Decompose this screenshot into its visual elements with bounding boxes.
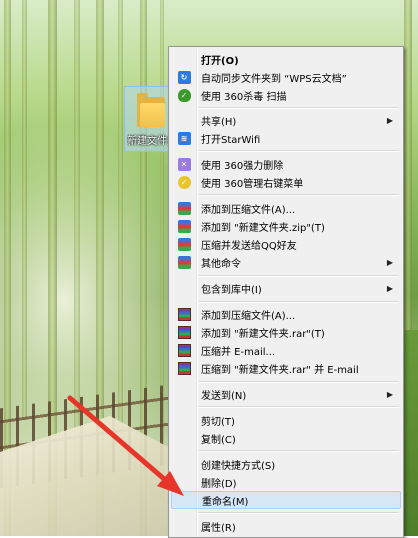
menu-item-label: 删除(D) [201,478,237,490]
menu-item-label: 剪切(T) [201,416,235,428]
360-antivirus-icon: ✓ [177,88,191,102]
menu-item-other-commands[interactable]: 其他命令 ▶ [171,253,399,271]
menu-item-360-delete[interactable]: ✕ 使用 360强力删除 [171,155,399,173]
menu-item-label: 创建快捷方式(S) [201,460,276,472]
360-manager-icon: ✓ [177,175,191,189]
context-menu: 打开(O) ↻ 自动同步文件夹到 “WPS云文档” ✓ 使用 360杀毒 扫描 … [168,46,404,538]
winrar-icon [177,325,191,339]
menu-item-include-library[interactable]: 包含到库中(I) ▶ [171,279,399,297]
zip-icon [177,201,191,215]
zip-icon [177,237,191,251]
menu-item-zip-qq[interactable]: 压缩并发送给QQ好友 [171,235,399,253]
menu-item-label: 其他命令 [201,258,241,270]
menu-item-label: 使用 360强力删除 [201,160,284,172]
menu-item-label: 共享(H) [201,116,237,128]
menu-item-360-manager[interactable]: ✓ 使用 360管理右键菜单 [171,173,399,191]
menu-item-cut[interactable]: 剪切(T) [171,411,399,429]
menu-separator [199,150,399,152]
menu-item-send-to[interactable]: 发送到(N) ▶ [171,385,399,403]
menu-separator [199,275,399,277]
menu-item-open[interactable]: 打开(O) [171,50,399,68]
menu-item-label: 属性(R) [201,522,236,534]
menu-item-label: 添加到压缩文件(A)... [201,204,296,216]
menu-item-label: 发送到(N) [201,390,247,402]
menu-item-zip-add[interactable]: 添加到压缩文件(A)... [171,199,399,217]
bamboo-stalk [118,0,123,440]
menu-item-label: 使用 360杀毒 扫描 [201,91,287,103]
submenu-arrow-icon: ▶ [386,283,393,293]
zip-icon [177,219,191,233]
360-delete-icon: ✕ [177,157,191,171]
menu-item-rar-add-named[interactable]: 添加到 "新建文件夹.rar"(T) [171,323,399,341]
menu-separator [199,107,399,109]
menu-item-label: 复制(C) [201,434,236,446]
winrar-icon [177,307,191,321]
menu-item-share[interactable]: 共享(H) ▶ [171,111,399,129]
menu-item-360-scan[interactable]: ✓ 使用 360杀毒 扫描 [171,86,399,104]
menu-item-label: 压缩到 "新建文件夹.rar" 并 E-mail [201,364,359,376]
menu-item-properties[interactable]: 属性(R) [171,517,399,535]
menu-item-label: 使用 360管理右键菜单 [201,178,304,190]
menu-separator [199,512,399,514]
wifi-icon: ≋ [177,131,191,145]
folder-icon [137,93,165,127]
menu-item-create-shortcut[interactable]: 创建快捷方式(S) [171,455,399,473]
menu-item-label: 打开StarWifi [201,134,261,146]
zip-icon [177,255,191,269]
winrar-icon [177,343,191,357]
menu-item-rar-email[interactable]: 压缩并 E-mail... [171,341,399,359]
menu-item-copy[interactable]: 复制(C) [171,429,399,447]
menu-item-starwifi[interactable]: ≋ 打开StarWifi [171,129,399,147]
menu-item-label: 压缩并发送给QQ好友 [201,240,297,252]
wps-sync-icon: ↻ [177,70,191,84]
menu-item-label: 添加到 "新建文件夹.rar"(T) [201,328,325,340]
menu-item-rename[interactable]: 重命名(M) [171,491,401,509]
menu-item-wps-sync[interactable]: ↻ 自动同步文件夹到 “WPS云文档” [171,68,399,86]
submenu-arrow-icon: ▶ [386,257,393,267]
menu-item-rar-named-email[interactable]: 压缩到 "新建文件夹.rar" 并 E-mail [171,359,399,377]
menu-separator [199,301,399,303]
menu-separator [199,406,399,408]
winrar-icon [177,361,191,375]
menu-item-label: 添加到压缩文件(A)... [201,310,296,322]
submenu-arrow-icon: ▶ [386,115,393,125]
menu-item-label: 压缩并 E-mail... [201,346,276,358]
menu-item-label: 重命名(M) [202,496,249,508]
menu-item-label: 自动同步文件夹到 “WPS云文档” [201,73,347,85]
menu-item-rar-add[interactable]: 添加到压缩文件(A)... [171,305,399,323]
menu-item-zip-add-named[interactable]: 添加到 "新建文件夹.zip"(T) [171,217,399,235]
menu-item-label: 添加到 "新建文件夹.zip"(T) [201,222,325,234]
bamboo-stalk [22,0,27,420]
menu-item-label: 包含到库中(I) [201,284,262,296]
menu-separator [199,381,399,383]
submenu-arrow-icon: ▶ [386,389,393,399]
menu-item-label: 打开(O) [201,55,239,67]
menu-separator [199,450,399,452]
menu-item-delete[interactable]: 删除(D) [171,473,399,491]
menu-separator [199,194,399,196]
